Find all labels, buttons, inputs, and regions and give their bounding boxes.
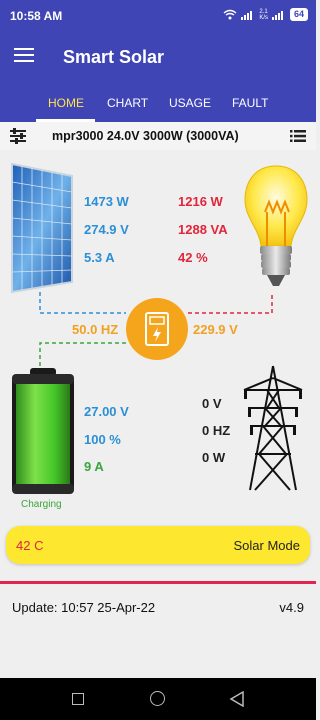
app-title: Smart Solar	[63, 47, 165, 67]
tab-usage[interactable]: USAGE	[169, 96, 211, 110]
inverter-output-voltage: 229.9 V	[193, 322, 238, 337]
solar-panel-icon	[11, 162, 73, 294]
app-bar: Smart Solar	[0, 32, 316, 82]
power-tower-icon	[243, 365, 303, 491]
device-title: mpr3000 24.0V 3000W (3000VA)	[52, 129, 239, 143]
system-nav-bar	[0, 678, 316, 720]
device-toolbar: mpr3000 24.0V 3000W (3000VA)	[0, 122, 316, 150]
grid-voltage: 0 V	[202, 396, 222, 411]
solar-power: 1473 W	[84, 194, 129, 209]
inverter-icon	[126, 298, 188, 360]
grid-power: 0 W	[202, 450, 226, 465]
battery-large-icon	[12, 368, 74, 494]
solar-current: 5.3 A	[84, 250, 115, 265]
light-bulb-icon	[244, 165, 308, 286]
tab-bar: HOME CHART USAGE FAULT	[0, 82, 316, 122]
load-power: 1216 W	[178, 194, 223, 209]
battery-state: Charging	[21, 499, 62, 510]
inverter-frequency: 50.0 HZ	[72, 322, 119, 337]
list-icon[interactable]	[290, 130, 306, 142]
back-icon[interactable]	[229, 691, 245, 707]
net-speed: 2.1 K/s	[259, 8, 268, 21]
battery-voltage: 27.00 V	[84, 404, 129, 419]
app-version: v4.9	[279, 600, 304, 615]
grid-frequency: 0 HZ	[202, 423, 231, 438]
status-bar: 10:58 AM 2.1 K/s 64	[0, 0, 316, 32]
wifi-icon	[223, 9, 237, 20]
tab-chart[interactable]: CHART	[107, 96, 148, 110]
status-time: 10:58 AM	[10, 9, 63, 23]
load-percent: 42 %	[178, 250, 208, 265]
recents-icon[interactable]	[72, 693, 84, 705]
battery-icon: 64	[289, 8, 308, 21]
update-timestamp: Update: 10:57 25-Apr-22	[12, 600, 156, 615]
battery-current: 9 A	[84, 459, 104, 474]
signal-icon	[271, 10, 283, 20]
divider	[0, 581, 316, 584]
solar-voltage: 274.9 V	[84, 222, 129, 237]
sliders-icon[interactable]	[9, 128, 27, 144]
tab-home[interactable]: HOME	[48, 96, 84, 110]
signal-icon	[241, 10, 253, 20]
status-icons: 2.1 K/s 64	[223, 8, 308, 21]
menu-icon[interactable]	[14, 48, 34, 64]
mode-bar: 42 C Solar Mode	[6, 526, 310, 564]
temperature: 42 C	[16, 538, 44, 553]
load-apparent-power: 1288 VA	[178, 222, 228, 237]
battery-percent: 100 %	[84, 432, 121, 447]
tab-fault[interactable]: FAULT	[232, 96, 268, 110]
home-icon[interactable]	[150, 691, 165, 706]
operating-mode: Solar Mode	[233, 538, 300, 553]
